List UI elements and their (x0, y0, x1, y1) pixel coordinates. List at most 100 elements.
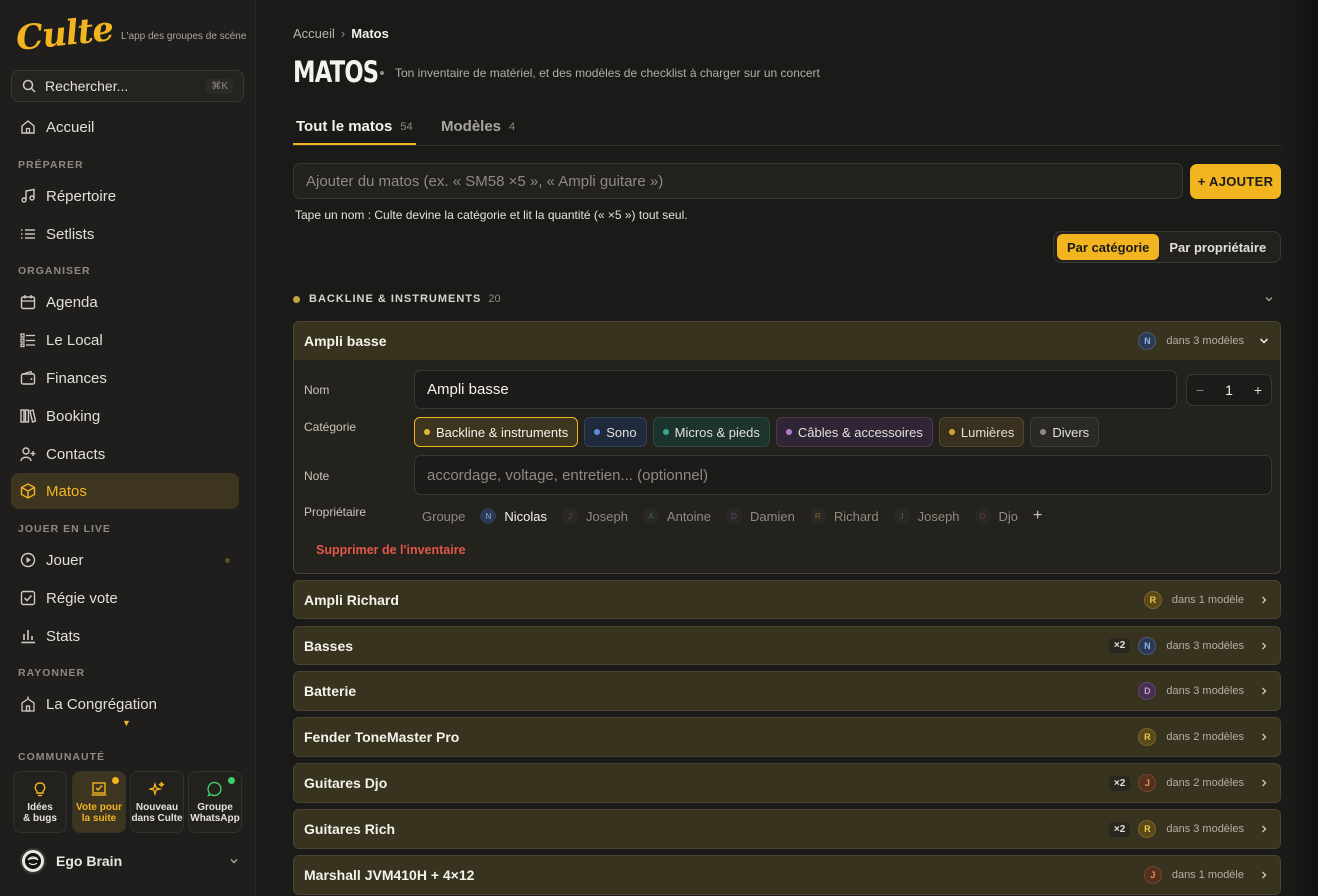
expand-caret-icon[interactable]: ▼ (122, 718, 131, 728)
category-chip-cables[interactable]: Câbles & accessoires (775, 417, 933, 447)
models-count: dans 3 modèles (1166, 685, 1244, 697)
gear-item-row[interactable]: Fender ToneMaster Pro R dans 2 modèles (293, 717, 1281, 757)
chevron-right-icon (1258, 823, 1270, 835)
sidebar-item-label: Matos (46, 482, 87, 500)
breadcrumb-home-link[interactable]: Accueil (293, 26, 335, 41)
owner-option-joseph-2[interactable]: J Joseph (893, 508, 960, 524)
gear-name-input[interactable]: Ampli basse (414, 370, 1177, 409)
group-by-owner-button[interactable]: Par propriétaire (1159, 234, 1276, 260)
category-color-dot (293, 295, 300, 303)
sidebar-item-vote[interactable]: Régie vote (11, 580, 239, 616)
gear-item-row[interactable]: Guitares Djo ×2 J dans 2 modèles (293, 763, 1281, 803)
owner-avatar: R (809, 508, 826, 524)
sidebar-item-local[interactable]: Le Local (11, 322, 239, 358)
tab-all-gear[interactable]: Tout le matos 54 (293, 118, 416, 145)
field-label-category: Catégorie (304, 420, 357, 434)
gear-item-row[interactable]: Batterie D dans 3 modèles (293, 671, 1281, 711)
gear-item-row[interactable]: Ampli Richard R dans 1 modèle (293, 580, 1281, 619)
category-chip-mics[interactable]: Micros & pieds (652, 417, 770, 447)
owner-option-joseph[interactable]: J Joseph (562, 508, 628, 524)
search-input[interactable]: Rechercher... ⌘K (11, 70, 244, 102)
gear-item-header[interactable]: Ampli basse N dans 3 modèles (294, 322, 1280, 360)
chip-color-dot (785, 429, 792, 435)
chevron-down-icon (226, 853, 242, 869)
tab-models[interactable]: Modèles 4 (441, 118, 515, 145)
tab-count: 4 (509, 121, 516, 133)
category-chips: Backline & instruments Sono Micros & pie… (414, 417, 1105, 447)
sidebar-item-play[interactable]: Jouer (11, 542, 239, 578)
sidebar-item-booking[interactable]: Booking (11, 398, 239, 434)
sidebar-item-finances[interactable]: Finances (11, 360, 239, 396)
main-content: Accueil › Matos MATOS Ton inventaire de … (256, 0, 1318, 896)
add-gear-input[interactable]: Ajouter du matos (ex. « SM58 ×5 », « Amp… (293, 163, 1183, 199)
owner-option-nicolas[interactable]: N Nicolas (480, 508, 547, 524)
community-whatsapp-button[interactable]: Groupe WhatsApp (188, 771, 242, 833)
breadcrumb-separator: › (340, 26, 346, 41)
sidebar-item-label: Agenda (46, 293, 98, 311)
sidebar-item-label: Répertoire (46, 187, 117, 205)
tab-label: Modèles (441, 118, 502, 135)
chip-color-dot (1040, 429, 1047, 435)
quantity-stepper: − 1 + (1186, 374, 1272, 406)
note-input[interactable]: accordage, voltage, entretien... (option… (414, 455, 1272, 495)
wallet-icon (20, 370, 36, 386)
culte-logo[interactable]: Culte (14, 9, 115, 59)
owner-option-antoine[interactable]: A Antoine (642, 508, 711, 524)
page-description: Ton inventaire de matériel, et des modèl… (380, 66, 820, 80)
sidebar-item-label: Accueil (46, 118, 95, 136)
group-by-category-button[interactable]: Par catégorie (1057, 234, 1160, 260)
field-label-owner: Propriétaire (304, 505, 367, 519)
category-chip-backline[interactable]: Backline & instruments (414, 417, 579, 447)
sidebar-item-contacts[interactable]: Contacts (11, 436, 239, 472)
sidebar-item-agenda[interactable]: Agenda (11, 284, 239, 320)
owner-option-richard[interactable]: R Richard (809, 508, 879, 524)
category-chip-lights[interactable]: Lumières (938, 417, 1025, 447)
lightbulb-icon (32, 781, 48, 797)
owner-avatar: A (642, 508, 659, 524)
community-new-button[interactable]: Nouveau dans Culte (130, 771, 184, 833)
gear-item-row[interactable]: Basses ×2 N dans 3 modèles (293, 626, 1281, 665)
tab-label: Tout le matos (296, 118, 393, 135)
quantity-value[interactable]: 1 (1225, 382, 1233, 398)
owner-avatar: N (1138, 332, 1157, 350)
increment-button[interactable]: + (1251, 382, 1265, 398)
community-vote-button[interactable]: Vote pour la suite (72, 771, 126, 833)
vote-icon (91, 781, 107, 797)
bar-chart-icon (20, 628, 36, 644)
category-header[interactable]: BACKLINE & INSTRUMENTS 20 (293, 291, 1281, 307)
sidebar-item-setlists[interactable]: Setlists (11, 216, 239, 252)
sidebar-item-matos[interactable]: Matos (11, 473, 239, 509)
add-gear-button[interactable]: + AJOUTER (1190, 164, 1281, 199)
gear-item-row[interactable]: Guitares Rich ×2 R dans 3 modèles (293, 809, 1281, 849)
owner-avatar: D (1138, 682, 1157, 700)
gear-item-name: Basses (304, 637, 354, 654)
add-owner-button[interactable]: + (1033, 507, 1042, 525)
quantity-badge: ×2 (1108, 638, 1131, 653)
category-chip-misc[interactable]: Divers (1030, 417, 1100, 447)
community-card-label: Groupe WhatsApp (190, 802, 240, 824)
music-note-icon (20, 188, 36, 204)
community-card-label: Vote pour la suite (76, 802, 122, 824)
category-chip-sono[interactable]: Sono (584, 417, 647, 447)
owner-avatar: N (480, 508, 497, 524)
sidebar-item-home[interactable]: Accueil (11, 109, 239, 145)
breadcrumb: Accueil › Matos (293, 26, 389, 41)
gear-item-row[interactable]: Marshall JVM410H + 4×12 J dans 1 modèle (293, 855, 1281, 895)
community-ideas-button[interactable]: Idées & bugs (13, 771, 67, 833)
sidebar-item-stats[interactable]: Stats (11, 618, 239, 654)
user-menu[interactable]: Ego Brain (20, 848, 242, 874)
tab-count: 54 (400, 121, 413, 133)
live-indicator-dot (225, 558, 230, 563)
sidebar-item-congregation[interactable]: La Congrégation (11, 686, 239, 722)
chevron-right-icon (1258, 777, 1270, 789)
delete-from-inventory-link[interactable]: Supprimer de l'inventaire (316, 543, 466, 557)
chevron-right-icon (1258, 594, 1270, 606)
chevron-right-icon (1258, 685, 1270, 697)
owner-option-damien[interactable]: D Damien (726, 508, 795, 524)
decrement-button[interactable]: − (1193, 382, 1207, 398)
owner-option-group[interactable]: Groupe (422, 509, 465, 524)
sidebar-item-repertoire[interactable]: Répertoire (11, 178, 239, 214)
owner-option-djo[interactable]: D Djo (974, 508, 1018, 524)
sidebar-item-label: Stats (46, 627, 81, 645)
gear-item-name: Fender ToneMaster Pro (304, 729, 460, 745)
